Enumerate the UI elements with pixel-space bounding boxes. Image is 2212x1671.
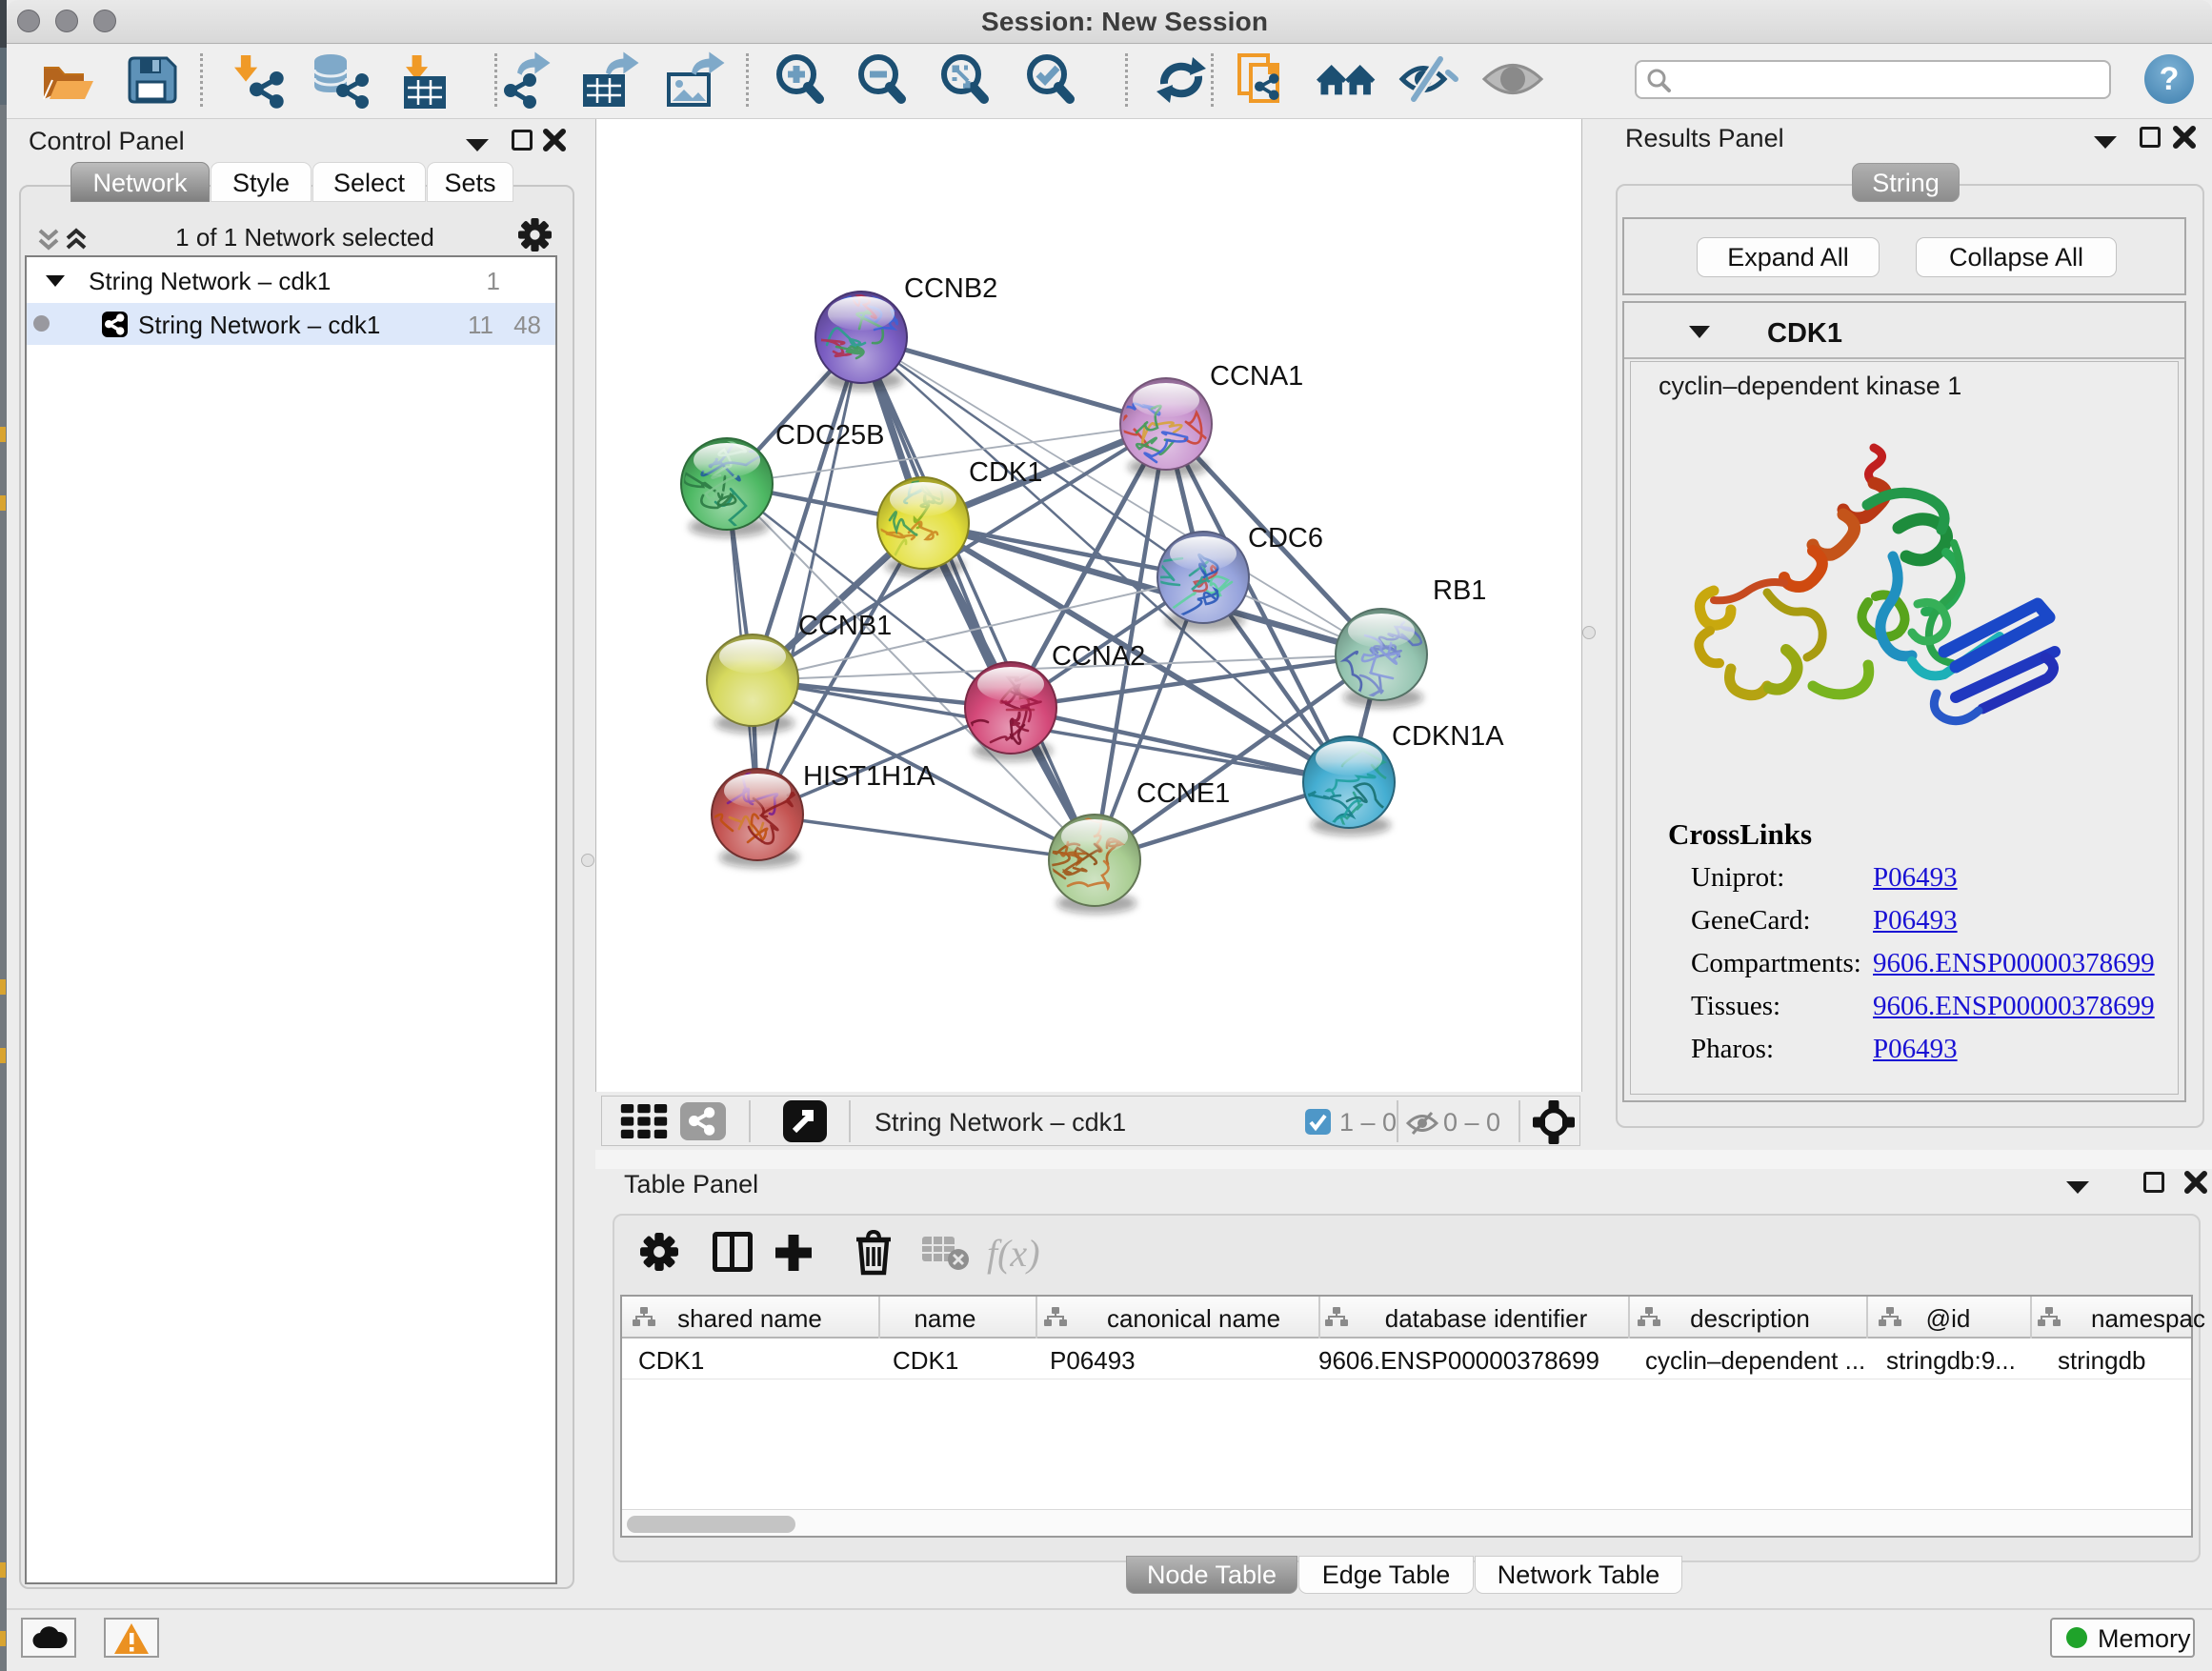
svg-text:CDKN1A: CDKN1A: [1392, 721, 1504, 752]
svg-text:CDC25B: CDC25B: [775, 420, 884, 451]
svg-text:CCNA2: CCNA2: [1052, 641, 1145, 672]
svg-text:CCNE1: CCNE1: [1136, 778, 1230, 809]
svg-text:HIST1H1A: HIST1H1A: [803, 761, 935, 792]
svg-text:RB1: RB1: [1433, 575, 1486, 606]
svg-text:CDC6: CDC6: [1248, 523, 1323, 554]
svg-text:CCNA1: CCNA1: [1210, 361, 1303, 392]
svg-text:CCNB2: CCNB2: [904, 273, 997, 304]
svg-text:CCNB1: CCNB1: [798, 611, 892, 641]
svg-text:CDK1: CDK1: [969, 457, 1042, 488]
